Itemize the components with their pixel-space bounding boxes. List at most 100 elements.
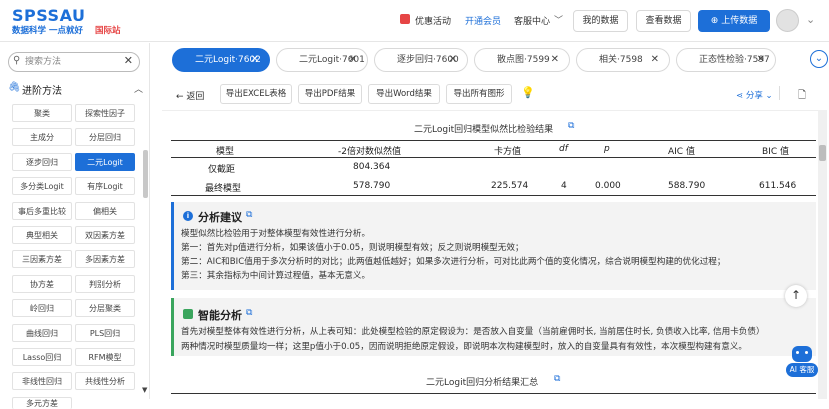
sidebar-method-item[interactable]: 逐步回归 [12,152,72,171]
search-input[interactable] [25,55,125,69]
sidebar-method-item[interactable]: 非线性回归 [12,372,72,391]
robot-eye [796,351,799,354]
paperclip-icon: 🖇 [8,82,21,93]
tab-label: 相关·7598 [599,55,643,65]
sidebar-method-item[interactable]: 双因素方差 [75,226,135,244]
close-icon[interactable]: ✕ [124,54,133,67]
vip-link[interactable]: 开通会员 [465,14,501,27]
gift-icon [400,14,410,24]
logo[interactable]: SPSSAU [12,6,85,25]
search-icon: ⚲ [13,55,21,66]
upload-icon: ⊕ [710,16,722,26]
copy-icon[interactable]: ⧉ [554,374,560,384]
sidebar-method-item[interactable]: 探索性因子 [75,104,135,122]
table-cell: 225.574 [491,181,529,191]
divider [779,86,780,100]
export-pdf-button[interactable]: 导出PDF结果 [298,84,362,104]
arrow-left-icon: ← [176,92,184,102]
tab-result[interactable]: 相关·7598 ✕ [576,48,670,72]
sidebar-method-item[interactable]: 典型相关 [12,226,72,244]
sidebar-method-item[interactable]: 共线性分析 [75,372,135,391]
advice-line: 第二：AIC和BIC值用于多次分析时的对比；此两值越低越好；如果多次进行分析，可… [181,257,726,267]
sidebar-method-item[interactable]: 主成分 [12,128,72,147]
copy-icon[interactable]: ⧉ [568,121,574,131]
sidebar-method-item[interactable]: 分层回归 [75,128,135,147]
section-title[interactable]: 进阶方法 [22,82,62,97]
copy-icon[interactable]: ⧉ [246,210,252,220]
table-cell: 611.546 [759,181,797,191]
sidebar-method-item[interactable]: 聚类 [12,104,72,122]
tab-result[interactable]: 二元Logit·7602 ✕ [172,48,270,72]
sidebar-method-item[interactable]: RFM模型 [75,348,135,366]
close-icon[interactable]: ✕ [251,49,259,71]
sidebar-method-item[interactable]: 分层聚类 [75,299,135,318]
table-header-rule [171,157,816,158]
smart-line: 两种情况时模型质量均一样；这里p值小于0.05，因而说明拒绝原定假设，即说明本次… [181,342,747,352]
search-box[interactable]: ⚲ ✕ [8,52,140,72]
sidebar-method-item[interactable]: 事后多重比较 [12,201,72,220]
sidebar-method-item[interactable]: PLS回归 [75,323,135,342]
share-button[interactable]: ⋖ 分享 ⌄ [736,89,773,101]
sidebar-method-item[interactable]: Lasso回归 [12,348,72,366]
close-icon[interactable]: ✕ [757,49,765,71]
promo-link[interactable]: 优惠活动 [415,14,451,27]
back-link[interactable]: ← 返回 [176,89,204,102]
table-cell: 578.790 [353,181,391,191]
ai-service-label: AI 客服 [786,363,818,377]
copy-icon[interactable]: ⧉ [246,308,252,318]
export-excel-button[interactable]: 导出EXCEL表格 [220,84,292,104]
close-icon[interactable]: ✕ [651,49,659,71]
chevron-up-icon[interactable]: ︿ [134,82,143,95]
service-center-menu[interactable]: 客服中心 [514,14,550,27]
col-header: -2倍对数似然值 [338,147,401,157]
sidebar-scrollbar[interactable] [143,150,148,198]
sidebar-method-item[interactable]: 岭回归 [12,299,72,318]
close-icon[interactable]: ✕ [449,49,457,71]
scroll-down-icon[interactable]: ▼ [142,386,147,394]
col-header: df [559,144,568,154]
tabs-dropdown-icon[interactable]: ⌄ [810,50,828,68]
smart-line: 首先对模型整体有效性进行分析，从上表可知：此处模型检验的原定假设为：是否放入自变… [181,327,765,337]
sidebar-method-item[interactable]: 判别分析 [75,274,135,293]
table-cell: 588.790 [668,181,706,191]
tab-result[interactable]: 正态性检验·7597 ✕ [676,48,776,72]
lightbulb-icon[interactable]: 💡 [521,86,535,99]
robot-icon [183,309,193,319]
export-all-figures-button[interactable]: 导出所有图形 [446,84,512,104]
tab-result[interactable]: 二元Logit·7601 ✕ [276,48,368,72]
col-header: p [604,144,610,154]
sidebar-method-item[interactable]: 多因素方差 [75,250,135,269]
sidebar-method-item[interactable]: 偏相关 [75,201,135,220]
intl-link[interactable]: 国际站 [95,24,121,36]
avatar[interactable] [776,9,799,32]
slogan: 数据科学 一点就好 [12,26,83,36]
sidebar-method-item[interactable]: 协方差 [12,274,72,293]
sidebar-method-item[interactable]: 三因素方差 [12,250,72,269]
my-data-button[interactable]: 我的数据 [573,10,628,32]
export-word-button[interactable]: 导出Word结果 [368,84,440,104]
table-cell: 804.364 [353,162,391,172]
tab-result[interactable]: 散点图·7599 ✕ [474,48,570,72]
close-icon[interactable]: ✕ [349,49,357,71]
analysis-advice-title: 分析建议 [198,211,242,224]
upload-data-button[interactable]: ⊕ 上传数据 [698,10,770,32]
table-cell: 0.000 [595,181,621,191]
document-icon[interactable]: 🗋 [798,88,806,105]
sidebar-method-item[interactable]: 有序Logit [75,177,135,196]
view-data-button[interactable]: 查看数据 [636,10,691,32]
share-icon: ⋖ [736,91,744,101]
table-cell: 4 [561,181,567,191]
sidebar-method-item[interactable]: 曲线回归 [12,323,72,342]
ai-service-button[interactable]: AI 客服 [786,346,818,380]
advice-line: 模型似然比检验用于对整体模型有效性进行分析。 [181,229,371,239]
back-to-top-button[interactable]: ↑ [785,285,807,307]
sidebar-method-item[interactable]: 二元Logit [75,152,135,171]
robot-eye [805,351,808,354]
tab-label: 散点图·7599 [497,55,550,65]
tab-result[interactable]: 逐步回归·7600 ✕ [374,48,468,72]
chevron-down-icon[interactable]: ⌄ [806,13,815,26]
col-header: AIC 值 [668,147,695,157]
sidebar-method-item[interactable]: 多分类Logit [12,177,72,196]
close-icon[interactable]: ✕ [551,49,559,71]
content-scroll-thumb[interactable] [819,145,826,161]
